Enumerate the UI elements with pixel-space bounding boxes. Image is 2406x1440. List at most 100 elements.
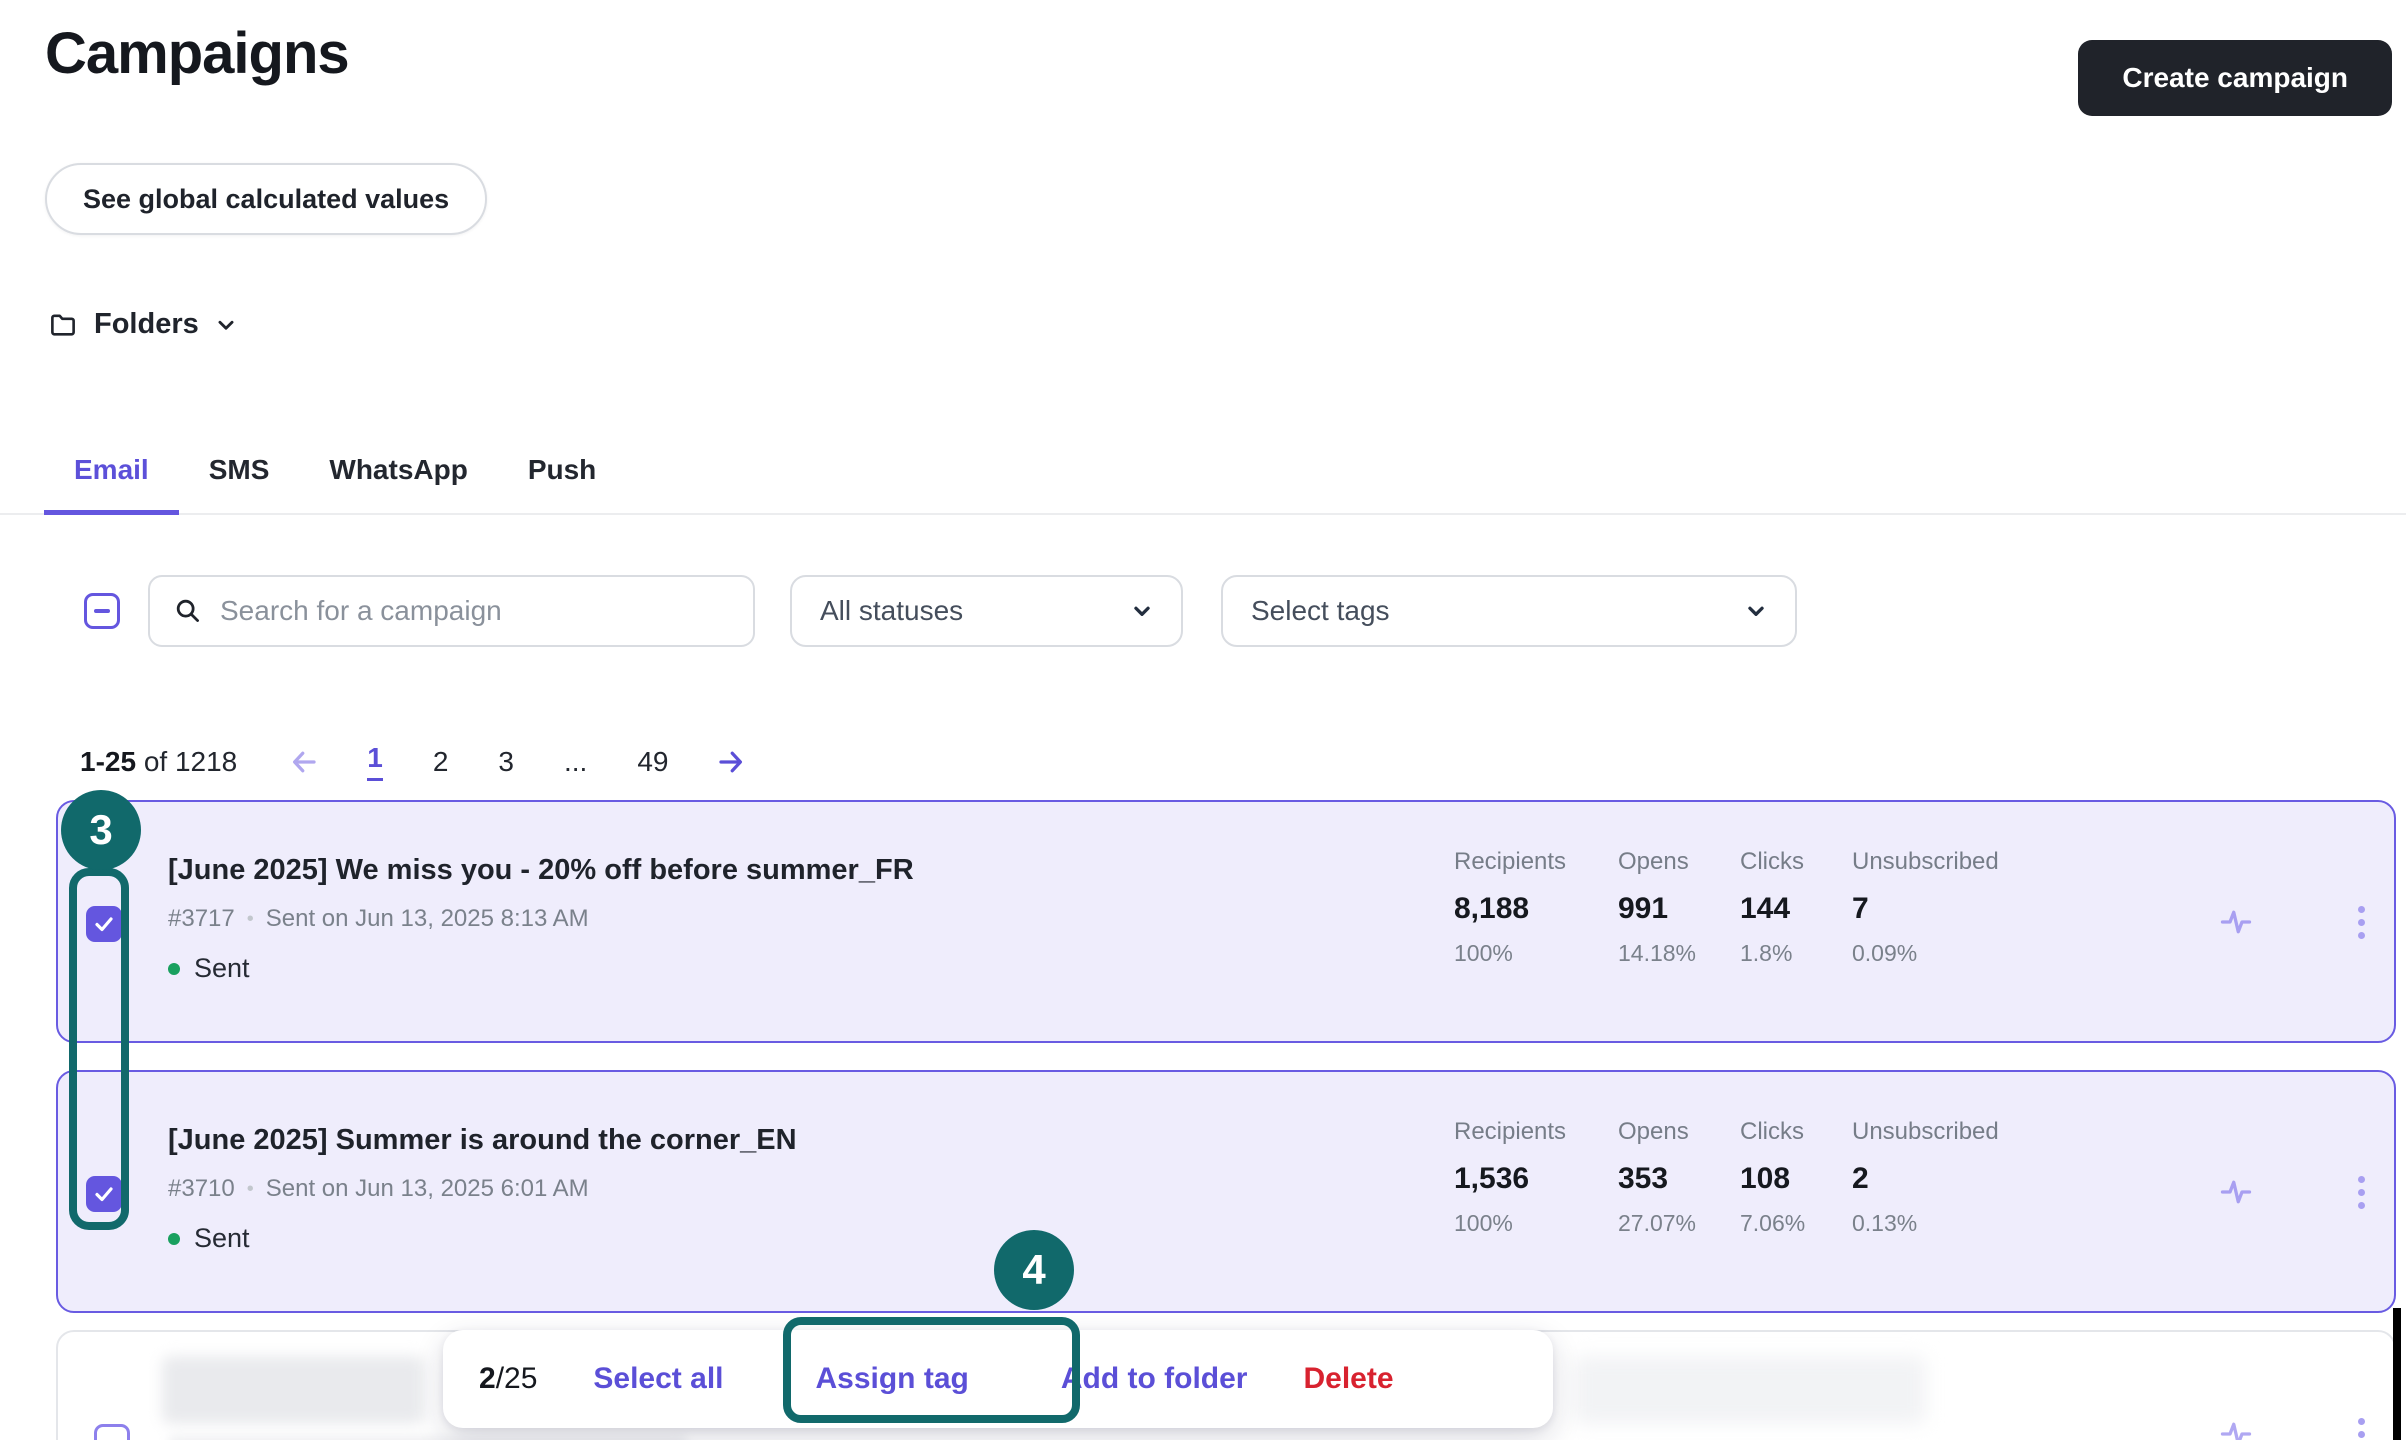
search-icon: [174, 597, 202, 625]
status-badge: Sent: [194, 1223, 250, 1254]
stat-value: 991: [1618, 892, 1740, 926]
stat-unsubscribed: Unsubscribed 7 0.09%: [1852, 848, 2032, 967]
chevron-down-icon: [1745, 600, 1767, 622]
pagination-range: 1-25 of 1218: [80, 746, 237, 778]
stat-label: Unsubscribed: [1852, 1118, 2032, 1146]
stat-value: 7: [1852, 892, 2032, 926]
campaign-id: #3710: [168, 1175, 235, 1203]
stat-value: 353: [1618, 1162, 1740, 1196]
activity-report-icon[interactable]: [2218, 904, 2254, 940]
stat-rate: 1.8%: [1740, 940, 1852, 967]
assign-tag-button[interactable]: Assign tag: [815, 1362, 968, 1396]
bulk-action-bar: 2/25 Select all Assign tag Add to folder…: [443, 1330, 1553, 1428]
page-3[interactable]: 3: [498, 746, 514, 778]
row-checkbox-unchecked[interactable]: [94, 1424, 130, 1440]
stat-value: 1,536: [1454, 1162, 1618, 1196]
arrow-left-icon[interactable]: [289, 747, 319, 777]
status-badge: Sent: [194, 953, 250, 984]
stat-unsubscribed: Unsubscribed 2 0.13%: [1852, 1118, 2032, 1237]
campaign-stats: Recipients 8,188 100% Opens 991 14.18% C…: [1454, 848, 2032, 967]
create-campaign-button[interactable]: Create campaign: [2078, 40, 2392, 116]
page-2[interactable]: 2: [433, 746, 449, 778]
stat-value: 144: [1740, 892, 1852, 926]
row-menu-icon[interactable]: [2346, 902, 2376, 943]
stat-recipients: Recipients 1,536 100%: [1454, 1118, 1618, 1237]
scrollbar-thumb[interactable]: [2393, 1308, 2401, 1440]
campaign-title[interactable]: [June 2025] We miss you - 20% off before…: [168, 854, 914, 887]
pagination-range-bold: 1-25: [80, 746, 136, 777]
campaign-row[interactable]: [June 2025] Summer is around the corner_…: [56, 1070, 2396, 1313]
tab-whatsapp[interactable]: WhatsApp: [299, 438, 497, 515]
stat-label: Recipients: [1454, 848, 1618, 876]
annotation-step-badge: 3: [61, 790, 141, 870]
campaign-search: [148, 575, 755, 647]
meta-separator: •: [247, 908, 254, 931]
campaigns-page: Campaigns Create campaign See global cal…: [0, 0, 2406, 1440]
channel-tabs: Email SMS WhatsApp Push: [0, 438, 2406, 515]
stat-recipients: Recipients 8,188 100%: [1454, 848, 1618, 967]
chevron-down-icon: [215, 314, 237, 336]
blurred-meta-placeholder: [168, 1436, 688, 1440]
row-menu-icon[interactable]: [2346, 1172, 2376, 1213]
selected-count-total: /25: [496, 1362, 538, 1395]
campaign-row[interactable]: [June 2025] We miss you - 20% off before…: [56, 800, 2396, 1043]
activity-report-icon[interactable]: [2218, 1174, 2254, 1210]
page-ellipsis: ...: [564, 746, 587, 778]
status-filter-value: All statuses: [820, 595, 963, 627]
row-checkbox-checked[interactable]: [86, 1176, 122, 1212]
add-to-folder-button[interactable]: Add to folder: [1061, 1362, 1248, 1396]
search-input[interactable]: [220, 595, 729, 627]
page-1[interactable]: 1: [367, 742, 383, 781]
minus-icon: [94, 609, 110, 613]
see-global-values-button[interactable]: See global calculated values: [45, 163, 487, 235]
stat-rate: 27.07%: [1618, 1210, 1740, 1237]
pagination-of: of 1218: [144, 746, 237, 777]
pagination-pages: 1 2 3 ... 49: [367, 742, 668, 781]
stat-opens: Opens 991 14.18%: [1618, 848, 1740, 967]
stat-rate: 100%: [1454, 940, 1618, 967]
campaign-sent-info: Sent on Jun 13, 2025 8:13 AM: [266, 905, 589, 933]
stat-rate: 0.13%: [1852, 1210, 2032, 1237]
campaign-status: Sent: [168, 953, 914, 984]
stat-label: Opens: [1618, 1118, 1740, 1146]
folders-label: Folders: [94, 308, 199, 341]
campaign-title[interactable]: [June 2025] Summer is around the corner_…: [168, 1124, 797, 1157]
selected-count-value: 2: [479, 1362, 496, 1395]
chevron-down-icon: [1131, 600, 1153, 622]
campaign-status: Sent: [168, 1223, 797, 1254]
select-all-checkbox-indeterminate[interactable]: [84, 593, 120, 629]
stat-value: 2: [1852, 1162, 2032, 1196]
pagination: 1-25 of 1218 1 2 3 ... 49: [80, 742, 746, 781]
arrow-right-icon[interactable]: [716, 747, 746, 777]
status-dot-icon: [168, 963, 180, 975]
select-all-button[interactable]: Select all: [593, 1362, 723, 1396]
stat-label: Clicks: [1740, 848, 1852, 876]
status-dot-icon: [168, 1233, 180, 1245]
filter-toolbar: All statuses Select tags: [84, 575, 1797, 647]
stat-label: Opens: [1618, 848, 1740, 876]
stat-label: Unsubscribed: [1852, 848, 2032, 876]
row-checkbox-checked[interactable]: [86, 906, 122, 942]
tab-email[interactable]: Email: [44, 438, 179, 515]
campaign-info: [June 2025] We miss you - 20% off before…: [168, 854, 914, 984]
blurred-stats-placeholder: [1574, 1356, 1926, 1424]
folders-dropdown[interactable]: Folders: [48, 308, 237, 341]
row-menu-icon[interactable]: [2346, 1414, 2376, 1440]
page-49[interactable]: 49: [637, 746, 668, 778]
campaign-info: [June 2025] Summer is around the corner_…: [168, 1124, 797, 1254]
campaign-meta: #3710 • Sent on Jun 13, 2025 6:01 AM: [168, 1175, 797, 1203]
tags-filter-value: Select tags: [1251, 595, 1390, 627]
stat-value: 108: [1740, 1162, 1852, 1196]
status-filter-select[interactable]: All statuses: [790, 575, 1183, 647]
page-title: Campaigns: [45, 20, 349, 87]
delete-button[interactable]: Delete: [1303, 1362, 1393, 1396]
stat-label: Clicks: [1740, 1118, 1852, 1146]
stat-opens: Opens 353 27.07%: [1618, 1118, 1740, 1237]
stat-rate: 0.09%: [1852, 940, 2032, 967]
stat-clicks: Clicks 108 7.06%: [1740, 1118, 1852, 1237]
tab-sms[interactable]: SMS: [179, 438, 300, 515]
campaign-sent-info: Sent on Jun 13, 2025 6:01 AM: [266, 1175, 589, 1203]
tags-filter-select[interactable]: Select tags: [1221, 575, 1797, 647]
tab-push[interactable]: Push: [498, 438, 626, 515]
activity-report-icon[interactable]: [2218, 1416, 2254, 1440]
